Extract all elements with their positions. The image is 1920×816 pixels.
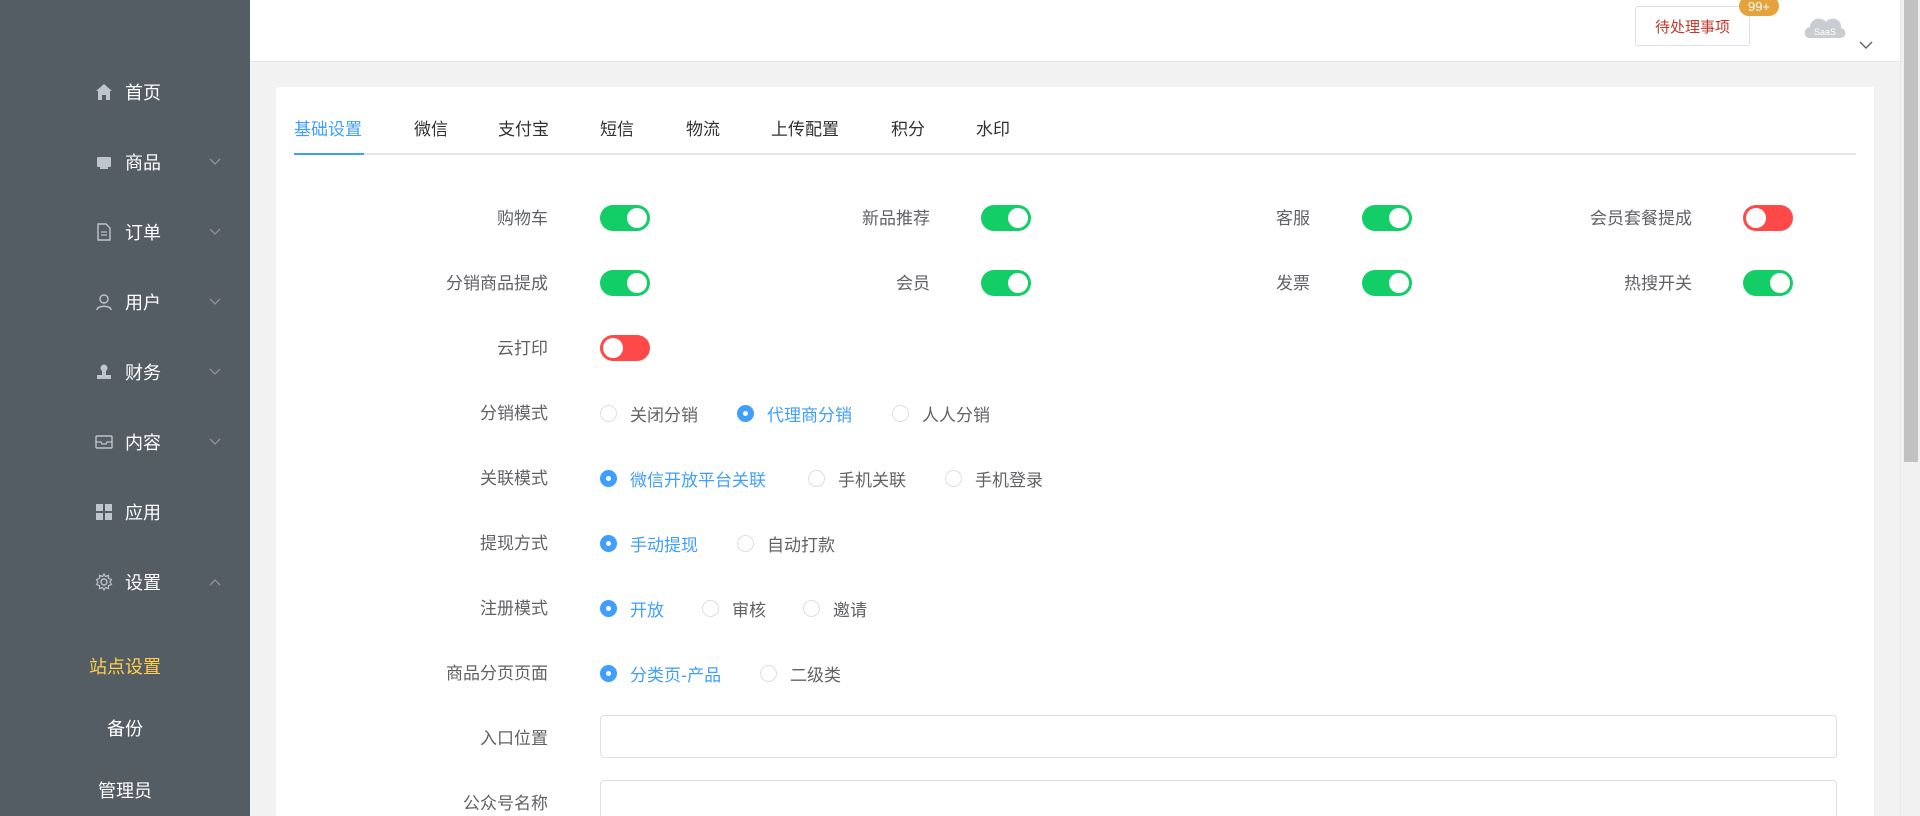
chevron-down-icon: [209, 366, 221, 378]
switch-cloud-print[interactable]: [600, 335, 650, 361]
label-cloud-print: 云打印: [497, 339, 548, 359]
nav-label-apps: 应用: [125, 503, 161, 524]
order-document-icon: [93, 221, 115, 243]
radio-distribution-agent[interactable]: 代理商分销: [737, 401, 852, 426]
nav-label-user: 用户: [125, 293, 161, 314]
label-shopping-cart: 购物车: [497, 209, 548, 229]
nav-item-user[interactable]: 用户: [0, 267, 250, 337]
tab-alipay[interactable]: 支付宝: [498, 110, 549, 155]
tab-points[interactable]: 积分: [891, 110, 925, 155]
radio-distribution-close[interactable]: 关闭分销: [600, 401, 698, 426]
nav-label-finance: 财务: [125, 363, 161, 384]
switch-shopping-cart[interactable]: [600, 205, 650, 231]
settings-gear-icon: [93, 571, 115, 593]
nav-item-content[interactable]: 内容: [0, 407, 250, 477]
label-withdraw-method: 提现方式: [480, 534, 548, 554]
nav-item-finance[interactable]: 财务: [0, 337, 250, 407]
radio-goods-category-product[interactable]: 分类页-产品: [600, 661, 721, 686]
nav-label-settings: 设置: [125, 573, 161, 594]
switch-invoice[interactable]: [1362, 270, 1412, 296]
radio-register-invite[interactable]: 邀请: [803, 596, 867, 621]
apps-grid-icon: [93, 501, 115, 523]
nav-item-order[interactable]: 订单: [0, 197, 250, 267]
nav-item-goods[interactable]: 商品: [0, 127, 250, 197]
radio-register-review[interactable]: 审核: [702, 596, 766, 621]
tab-logistics[interactable]: 物流: [686, 110, 720, 155]
label-distribution-mode: 分销模式: [480, 404, 548, 424]
label-distribution-commission: 分销商品提成: [446, 274, 548, 294]
label-member-package-commission: 会员套餐提成: [1590, 209, 1692, 229]
settings-card: [276, 87, 1874, 816]
nav-item-apps[interactable]: 应用: [0, 477, 250, 547]
radio-distribution-everyone[interactable]: 人人分销: [892, 401, 990, 426]
active-tab-indicator: [294, 153, 364, 155]
label-customer-service: 客服: [1276, 209, 1310, 229]
switch-customer-service[interactable]: [1362, 205, 1412, 231]
sub-item-backup[interactable]: 备份: [0, 700, 250, 756]
finance-stamp-icon: [93, 361, 115, 383]
tab-watermark[interactable]: 水印: [976, 110, 1010, 155]
page-scrollbar[interactable]: [1900, 0, 1920, 816]
radio-register-open[interactable]: 开放: [600, 596, 664, 621]
label-entry-position: 入口位置: [480, 729, 548, 749]
switch-member-package-commission[interactable]: [1743, 205, 1793, 231]
scrollbar-thumb[interactable]: [1904, 0, 1918, 462]
switch-member[interactable]: [981, 270, 1031, 296]
label-hot-search: 热搜开关: [1624, 274, 1692, 294]
radio-goods-secondary[interactable]: 二级类: [760, 661, 841, 686]
radio-link-phone-login[interactable]: 手机登录: [945, 466, 1043, 491]
user-icon: [93, 291, 115, 313]
nav-label-order: 订单: [125, 223, 161, 244]
tab-wechat[interactable]: 微信: [414, 110, 448, 155]
nav-label-home: 首页: [125, 83, 161, 104]
label-goods-page: 商品分页页面: [446, 664, 548, 684]
label-register-mode: 注册模式: [480, 599, 548, 619]
chevron-up-icon: [209, 576, 221, 588]
tab-basic-settings[interactable]: 基础设置: [294, 110, 362, 155]
official-account-name-input[interactable]: [600, 780, 1837, 816]
avatar[interactable]: SaaS: [1800, 6, 1850, 46]
sidebar: 首页 商品 订单 用户 财务 内容 应用 设置 站点设置 备份 管理员: [0, 0, 250, 816]
switch-new-recommend[interactable]: [981, 205, 1031, 231]
settings-tabs: 基础设置 微信 支付宝 短信 物流 上传配置 积分 水印: [294, 110, 1856, 155]
entry-position-input[interactable]: [600, 715, 1837, 758]
radio-withdraw-manual[interactable]: 手动提现: [600, 531, 698, 556]
radio-link-phone[interactable]: 手机关联: [808, 466, 906, 491]
nav-item-settings[interactable]: 设置: [0, 547, 250, 617]
label-official-account-name: 公众号名称: [463, 794, 548, 814]
sub-item-site-settings[interactable]: 站点设置: [0, 638, 250, 694]
nav-label-content: 内容: [125, 433, 161, 454]
tab-sms[interactable]: 短信: [600, 110, 634, 155]
label-member: 会员: [896, 274, 930, 294]
nav-label-goods: 商品: [125, 153, 161, 174]
chevron-down-icon: [209, 296, 221, 308]
goods-icon: [93, 151, 115, 173]
chevron-down-icon: [209, 436, 221, 448]
chevron-down-icon: [209, 156, 221, 168]
switch-hot-search[interactable]: [1743, 270, 1793, 296]
content-inbox-icon: [93, 431, 115, 453]
top-header: 待处理事项 99+ SaaS: [250, 0, 1900, 62]
label-new-recommend: 新品推荐: [862, 209, 930, 229]
radio-withdraw-auto[interactable]: 自动打款: [737, 531, 835, 556]
label-link-mode: 关联模式: [480, 469, 548, 489]
pending-count-badge: 99+: [1739, 0, 1779, 16]
switch-distribution-commission[interactable]: [600, 270, 650, 296]
tab-upload-config[interactable]: 上传配置: [771, 110, 839, 155]
radio-link-wechat-open[interactable]: 微信开放平台关联: [600, 466, 766, 491]
avatar-text: SaaS: [1814, 27, 1836, 37]
sub-item-admin[interactable]: 管理员: [0, 762, 250, 816]
chevron-down-icon: [209, 226, 221, 238]
home-icon: [93, 81, 115, 103]
pending-tasks-button[interactable]: 待处理事项: [1635, 6, 1750, 46]
nav-item-home[interactable]: 首页: [0, 57, 250, 127]
label-invoice: 发票: [1276, 274, 1310, 294]
chevron-down-icon[interactable]: [1858, 36, 1874, 49]
